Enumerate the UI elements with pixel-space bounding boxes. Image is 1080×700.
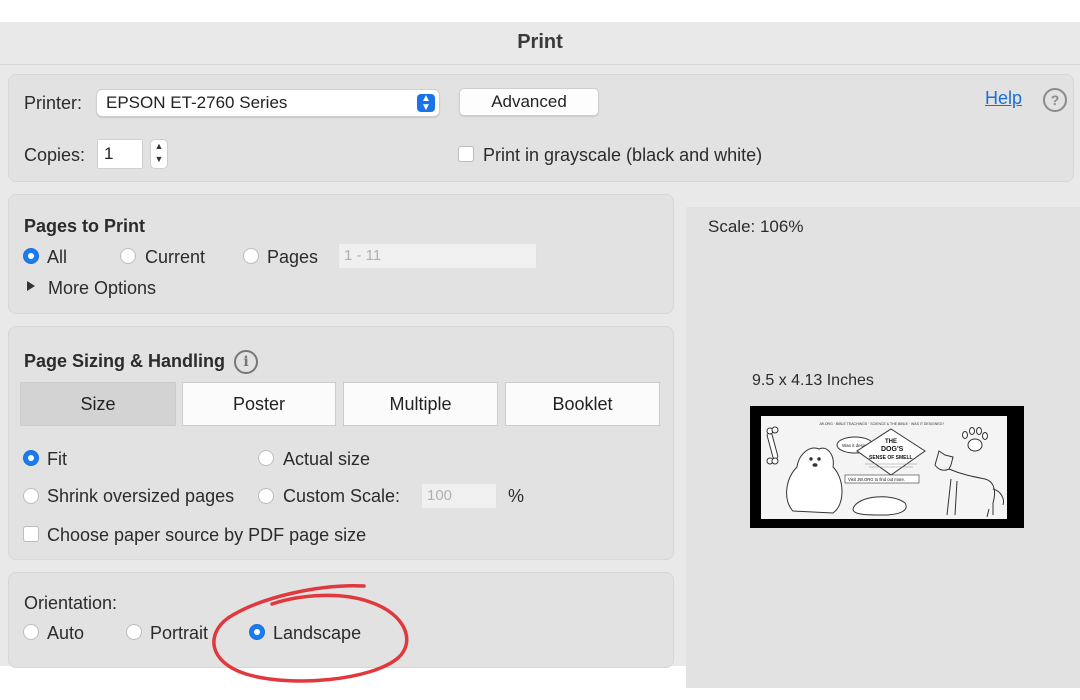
current-page-label: Current (145, 247, 206, 267)
title-line-1: THE (885, 439, 897, 445)
orientation-title: Orientation: (24, 593, 118, 613)
disclosure-triangle-icon[interactable] (27, 281, 35, 291)
dialog-title: Print (0, 22, 1080, 65)
current-page-radio[interactable] (120, 248, 136, 264)
preview-caption: Visit JW.ORG to find out more. (848, 477, 905, 482)
info-icon[interactable]: i (234, 350, 258, 374)
custom-scale-radio[interactable] (258, 488, 274, 504)
preview-header-text: JW.ORG · BIBLE TEACHINGS · SCIENCE & THE… (819, 422, 944, 426)
tab-booklet[interactable]: Booklet (505, 382, 660, 426)
paper-source-checkbox[interactable] (23, 526, 39, 542)
copies-stepper[interactable]: ▲ ▼ (150, 139, 168, 169)
all-pages-label: All (47, 247, 68, 267)
fit-radio[interactable] (23, 450, 39, 466)
orientation-auto-radio[interactable] (23, 624, 39, 640)
page-range-input[interactable]: 1 - 11 (338, 243, 537, 269)
printer-label: Printer: (24, 93, 83, 113)
scale-label: Scale: 106% (708, 217, 804, 236)
preview-pane: Scale: 106% 9.5 x 4.13 Inches JW.ORG · B… (686, 207, 1080, 688)
advanced-button[interactable]: Advanced (459, 88, 599, 116)
actual-size-radio[interactable] (258, 450, 274, 466)
question-icon[interactable]: ? (1043, 88, 1067, 112)
paper-source-label: Choose paper source by PDF page size (47, 525, 367, 545)
copies-input[interactable]: 1 (97, 139, 143, 169)
tab-multiple[interactable]: Multiple (343, 382, 498, 426)
fit-label: Fit (47, 449, 67, 469)
page-size-label: 9.5 x 4.13 Inches (752, 372, 874, 389)
actual-size-label: Actual size (283, 449, 371, 469)
annotation-circle (212, 584, 409, 683)
page-range-radio[interactable] (243, 248, 259, 264)
all-pages-radio[interactable] (23, 248, 39, 264)
page-range-label: Pages (267, 247, 319, 267)
title-line-3: SENSE OF SMELL (869, 455, 913, 461)
shrink-radio[interactable] (23, 488, 39, 504)
grayscale-label: Print in grayscale (black and white) (483, 145, 763, 165)
custom-scale-label: Custom Scale: (283, 486, 401, 506)
more-options-label[interactable]: More Options (48, 278, 156, 299)
orientation-auto-label: Auto (47, 623, 85, 643)
chevron-updown-icon: ▲ ▼ (417, 94, 435, 113)
tab-size[interactable]: Size (20, 382, 176, 426)
page-preview: JW.ORG · BIBLE TEACHINGS · SCIENCE & THE… (750, 406, 1024, 528)
shrink-label: Shrink oversized pages (47, 486, 235, 506)
orientation-portrait-label: Portrait (150, 623, 209, 643)
tab-poster[interactable]: Poster (182, 382, 336, 426)
percent-label: % (508, 486, 525, 506)
page-sizing-title: Page Sizing & Handling (24, 351, 226, 371)
title-line-2: DOG'S (881, 446, 904, 453)
printer-select-value: EPSON ET-2760 Series (106, 93, 288, 112)
preview-image: JW.ORG · BIBLE TEACHINGS · SCIENCE & THE… (753, 409, 1021, 525)
custom-scale-input[interactable]: 100 (421, 483, 497, 509)
grayscale-checkbox[interactable] (458, 146, 474, 162)
help-link[interactable]: Help (985, 88, 1022, 109)
printer-select[interactable]: EPSON ET-2760 Series ▲ ▼ (96, 89, 440, 117)
orientation-portrait-radio[interactable] (126, 624, 142, 640)
pages-to-print-title: Pages to Print (24, 216, 146, 236)
print-dialog: Print Printer: EPSON ET-2760 Series ▲ ▼ A… (0, 22, 1080, 688)
copies-label: Copies: (24, 145, 86, 165)
